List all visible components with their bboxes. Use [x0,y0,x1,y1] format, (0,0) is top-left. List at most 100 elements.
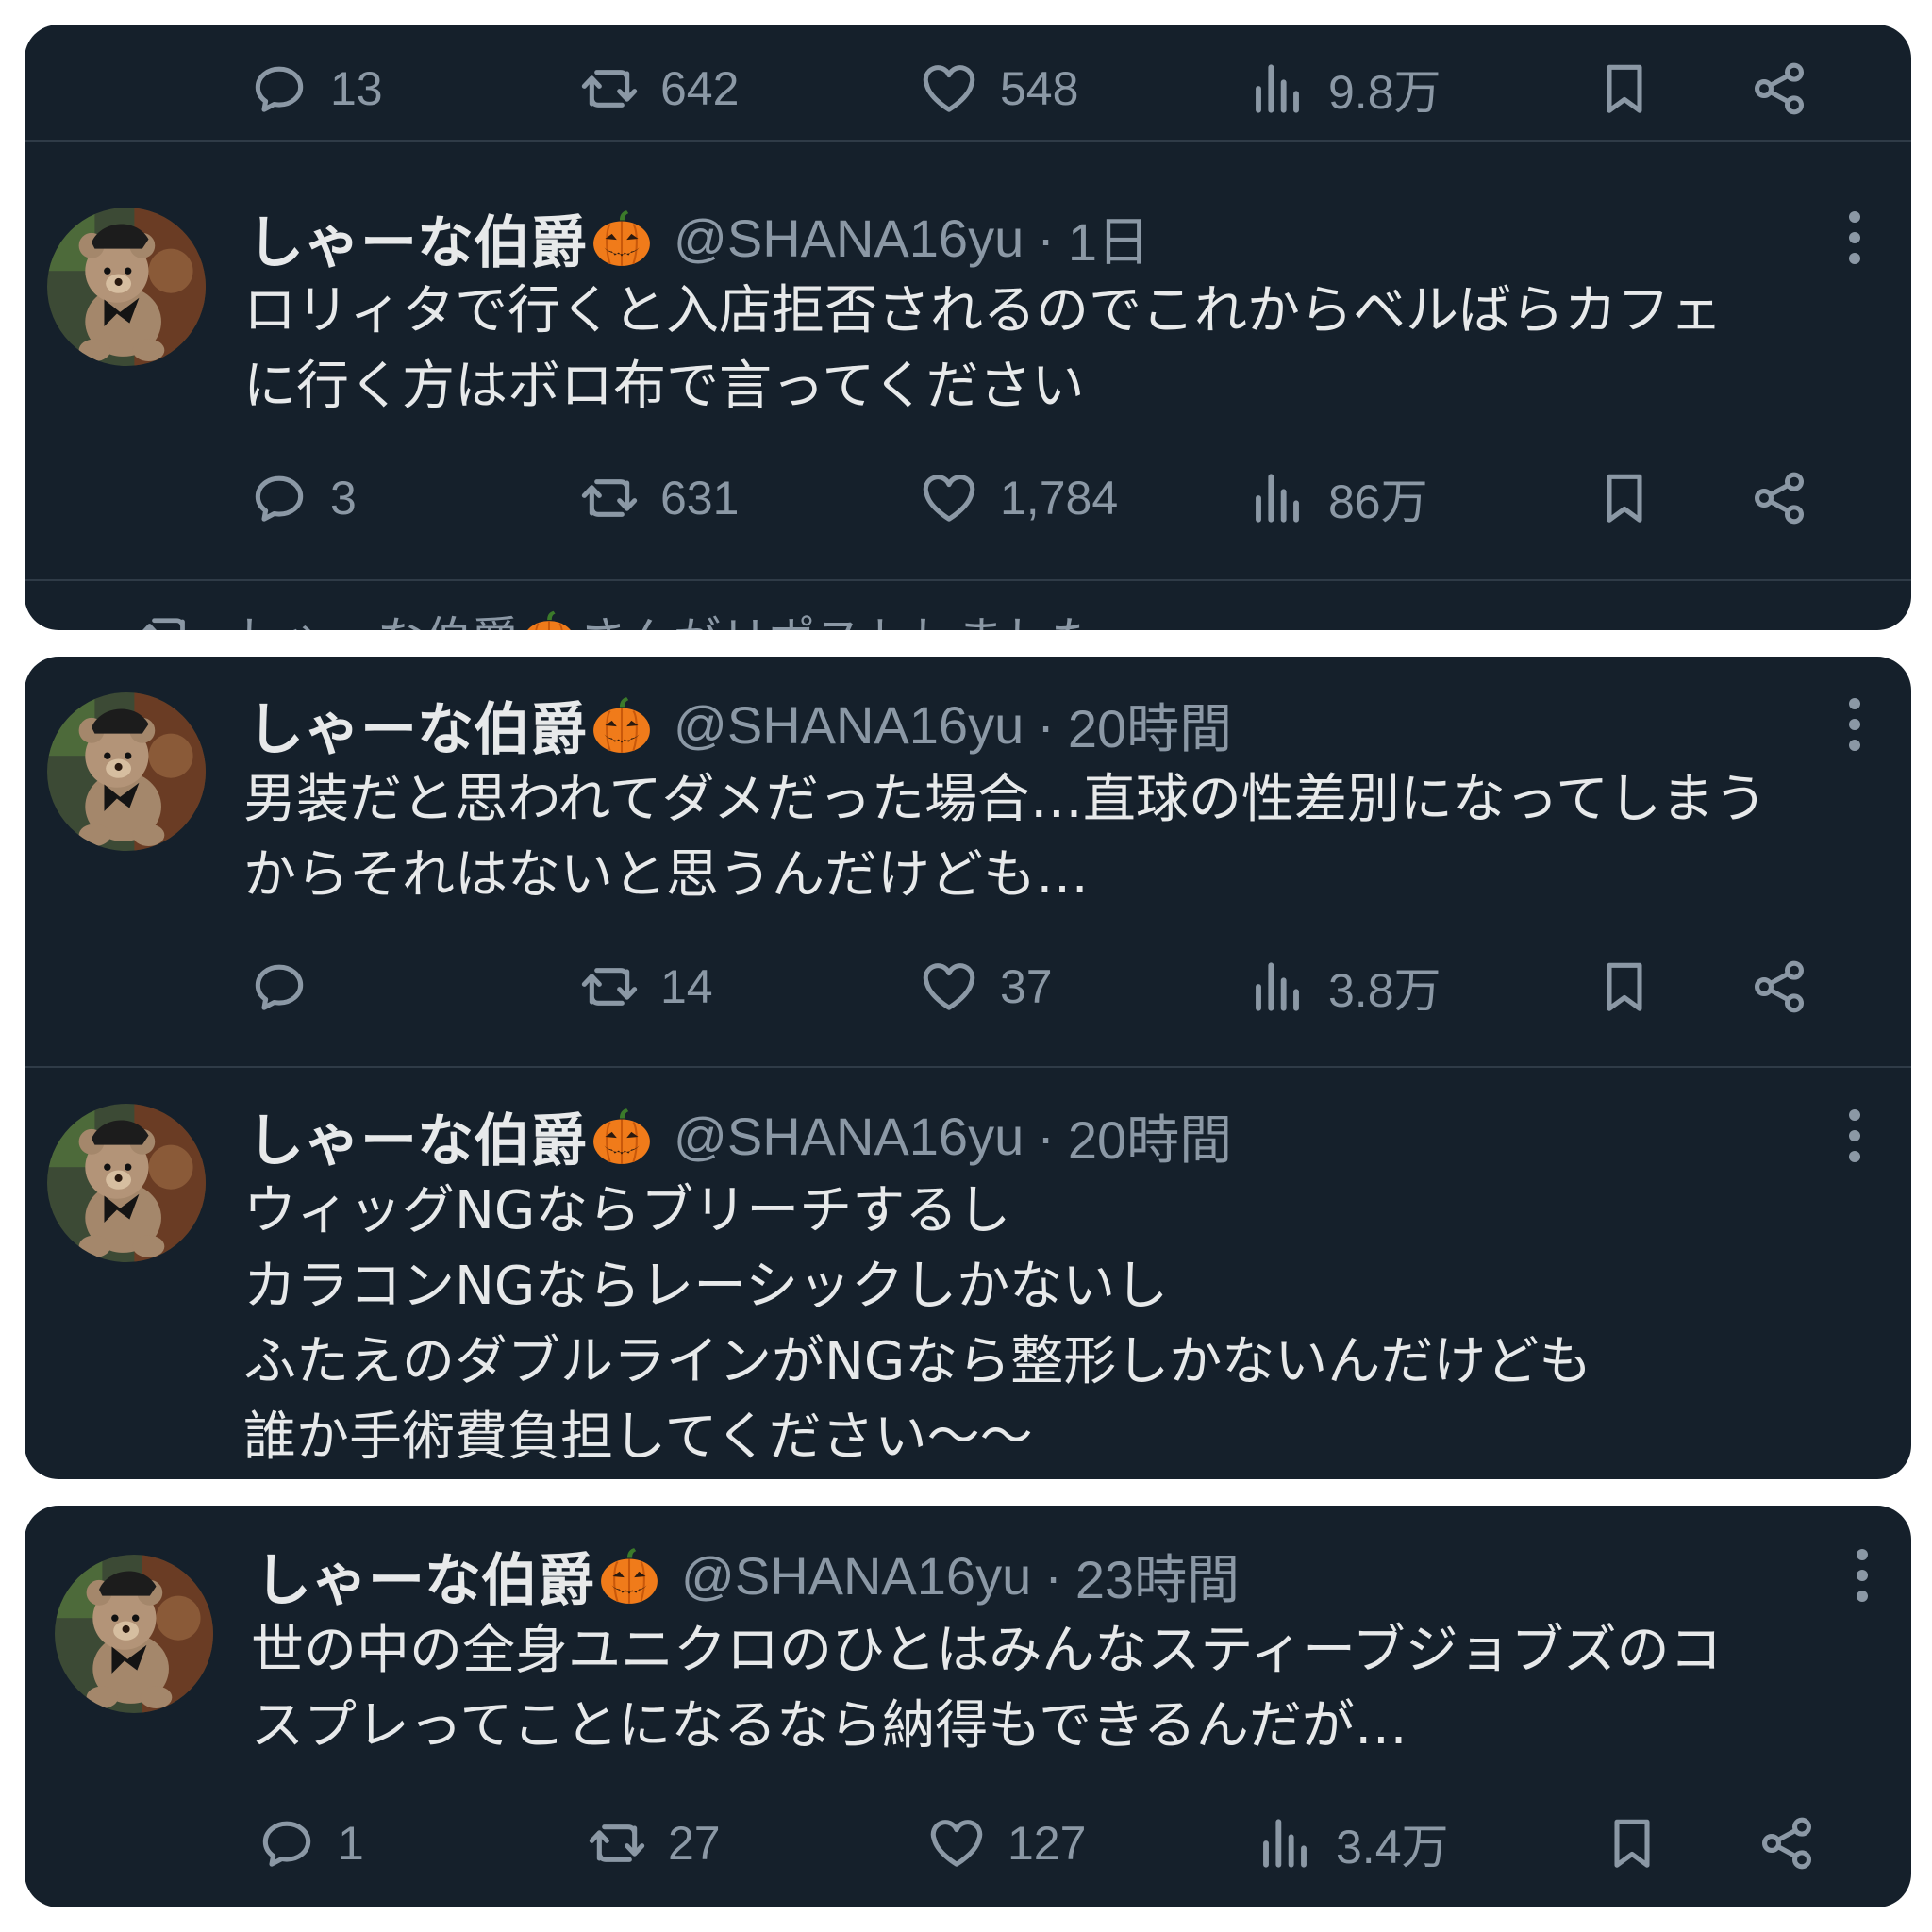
action-bar: 14 37 3.8万 [25,949,1911,1024]
views-button[interactable]: 3.8万 [1247,949,1441,1024]
like-count: 548 [1000,62,1079,115]
views-button[interactable]: 9.8万 [1247,51,1441,126]
user-handle[interactable]: @SHANA16yu [681,1545,1031,1607]
views-icon [1247,468,1307,528]
repost-icon [579,957,640,1017]
timestamp[interactable]: 23時間 [1075,1538,1240,1614]
repost-icon [579,468,640,528]
reply-button[interactable]: 1 [257,1806,364,1881]
bookmark-icon [1594,957,1655,1017]
repost-count: 642 [660,62,740,115]
reply-button[interactable]: 3 [249,460,357,536]
user-handle[interactable]: @SHANA16yu [674,694,1024,756]
more-icon[interactable] [1855,1547,1870,1604]
repost-count: 14 [660,960,713,1013]
reply-icon [249,468,309,528]
like-icon [926,1813,987,1874]
more-icon[interactable] [1847,209,1862,266]
display-name[interactable]: しゃーな伯爵 [255,1535,594,1617]
timestamp[interactable]: 20時間 [1068,687,1232,763]
repost-notice[interactable]: しゃーな伯爵 さんがリポストしました [138,598,1098,630]
repost-button[interactable]: 27 [587,1806,721,1881]
tweet-text: 男装だと思われてダメだった場合…直球の性差別になってしまう からそれはないと思う… [243,769,1768,906]
reply-icon [257,1813,317,1874]
like-count: 1,784 [1000,472,1119,525]
like-button[interactable]: 1,784 [919,460,1118,536]
like-button[interactable]: 548 [919,51,1078,126]
more-icon[interactable] [1847,1108,1862,1164]
views-button[interactable]: 3.4万 [1255,1806,1449,1881]
avatar[interactable] [47,1104,206,1262]
share-icon [1749,468,1809,528]
views-button[interactable]: 86万 [1247,460,1428,536]
pumpkin-emoji [591,693,653,756]
reply-icon [249,957,309,1017]
like-icon [919,58,979,119]
like-icon [919,957,979,1017]
bookmark-button[interactable] [1594,51,1655,126]
reply-button[interactable]: 13 [249,51,383,126]
tweet[interactable]: しゃーな伯爵 @SHANA16yu · 20時間 ウィッグNGならブリーチするし… [25,1068,1911,1479]
avatar[interactable] [47,692,206,851]
display-name[interactable]: しゃーな伯爵 [247,197,587,279]
reply-count: 1 [338,1817,364,1870]
repost-button[interactable]: 642 [579,51,739,126]
bookmark-icon [1594,468,1655,528]
repost-button[interactable]: 631 [579,460,739,536]
views-icon [1247,957,1307,1017]
tweet[interactable]: しゃーな伯爵 @SHANA16yu · 1日 ロリィタで行くと入店拒否されるので… [25,140,1911,579]
separator: · [1037,694,1055,755]
like-button[interactable]: 127 [926,1806,1086,1881]
bookmark-button[interactable] [1594,460,1655,536]
views-icon [1247,58,1307,119]
tweet-panel-3: しゃーな伯爵 @SHANA16yu · 23時間 世の中の全身ユニクロのひとはみ… [25,1506,1911,1907]
bookmark-icon [1594,58,1655,119]
reply-icon [249,58,309,119]
tweet-panel-1: 13 642 548 9.8万 しゃーな伯爵 @SHANA16yu · 1日 ロ… [25,25,1911,630]
pumpkin-emoji [521,608,577,630]
repost-icon [587,1813,647,1874]
action-bar: 3 631 1,784 86万 [25,460,1911,536]
repost-icon [138,608,194,630]
tweet-header: しゃーな伯爵 @SHANA16yu · 20時間 [247,1098,1798,1174]
tweet-text: ロリィタで行くと入店拒否されるのでこれからベルばらカフェ に行く方はボロ布で言っ… [243,280,1723,417]
reply-count: 13 [330,62,383,115]
repost-button[interactable]: 14 [579,949,713,1024]
user-handle[interactable]: @SHANA16yu [674,208,1024,269]
tweet[interactable]: しゃーな伯爵 @SHANA16yu · 23時間 世の中の全身ユニクロのひとはみ… [25,1506,1911,1907]
reply-button[interactable] [249,949,330,1024]
tweet[interactable]: しゃーな伯爵 @SHANA16yu · 20時間 男装だと思われてダメだった場合… [25,657,1911,1066]
display-name[interactable]: しゃーな伯爵 [247,684,587,766]
separator: · [1037,1106,1055,1166]
share-icon [1749,957,1809,1017]
views-count: 86万 [1328,475,1428,528]
views-count: 9.8万 [1328,66,1441,119]
share-button[interactable] [1757,1806,1817,1881]
display-name[interactable]: しゃーな伯爵 [247,1095,587,1177]
separator: · [1037,208,1055,268]
tweet-header: しゃーな伯爵 @SHANA16yu · 1日 [247,200,1798,276]
like-icon [919,468,979,528]
avatar[interactable] [55,1555,213,1713]
reply-count: 3 [330,472,357,525]
user-handle[interactable]: @SHANA16yu [674,1106,1024,1167]
action-bar: 1 27 127 3.4万 [32,1806,1911,1881]
avatar[interactable] [47,208,206,366]
views-count: 3.8万 [1328,964,1441,1017]
tweet-text: 世の中の全身ユニクロのひとはみんなスティーブジョブズのコ スプレってことになるな… [251,1620,1723,1757]
bookmark-button[interactable] [1602,1806,1662,1881]
repost-count: 631 [660,472,740,525]
share-button[interactable] [1749,51,1809,126]
bookmark-button[interactable] [1594,949,1655,1024]
share-icon [1749,58,1809,119]
like-count: 37 [1000,960,1053,1013]
like-count: 127 [1008,1817,1087,1870]
share-button[interactable] [1749,460,1809,536]
like-button[interactable]: 37 [919,949,1053,1024]
repost-icon [579,58,640,119]
more-icon[interactable] [1847,696,1862,753]
timestamp[interactable]: 1日 [1068,200,1150,276]
share-button[interactable] [1749,949,1809,1024]
tweet-header: しゃーな伯爵 @SHANA16yu · 23時間 [255,1538,1798,1614]
timestamp[interactable]: 20時間 [1068,1098,1232,1174]
